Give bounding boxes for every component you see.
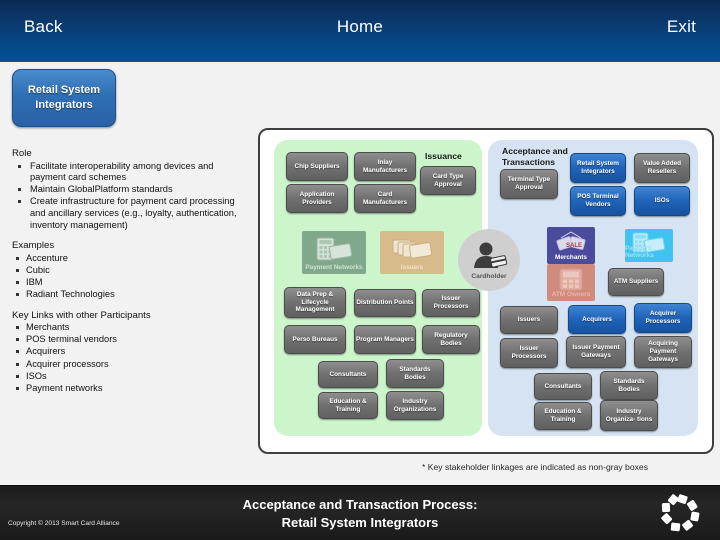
list-item: Cubic — [10, 265, 244, 277]
exit-button[interactable]: Exit — [667, 17, 696, 37]
node-standards-bodies-2[interactable]: Standards Bodies — [600, 371, 658, 400]
node-chip-suppliers[interactable]: Chip Suppliers — [286, 152, 348, 181]
key-links-heading: Key Links with other Participants — [12, 309, 151, 321]
node-terminal-type-approval[interactable]: Terminal Type Approval — [500, 169, 558, 199]
terminal-card-icon — [316, 237, 353, 261]
role-list: Facilitate interoperability among device… — [10, 161, 244, 232]
node-acquiring-payment-gateways[interactable]: Acquiring Payment Gateways — [634, 336, 692, 368]
tile-merchants[interactable]: SALE Merchants — [547, 227, 595, 264]
node-inlay-manufacturers[interactable]: Inlay Manufacturers — [354, 152, 416, 181]
stakeholder-info-panel: Role Facilitate interoperability among d… — [10, 148, 244, 403]
tile-atm-owners[interactable]: ATM Owners — [547, 264, 595, 301]
node-pos-terminal-vendors[interactable]: POS Terminal Vendors — [570, 186, 626, 216]
acceptance-zone-title: Acceptance and Transactions — [502, 146, 568, 167]
svg-text:SALE: SALE — [566, 243, 582, 249]
node-perso-bureaus[interactable]: Perso Bureaus — [284, 325, 346, 354]
node-program-managers[interactable]: Program Managers — [354, 325, 416, 354]
list-item: Radiant Technologies — [10, 289, 244, 301]
node-issuer-processors[interactable]: Issuer Processors — [422, 289, 480, 317]
ecosystem-diagram: Issuance Acceptance and Transactions Chi… — [258, 128, 714, 454]
node-data-prep-lifecycle[interactable]: Data Prep & Lifecycle Management — [284, 287, 346, 318]
node-consultants-2[interactable]: Consultants — [534, 373, 592, 400]
tile-payment-networks-issuance[interactable]: Payment Networks — [302, 231, 366, 274]
node-card-manufacturers[interactable]: Card Manufacturers — [354, 184, 416, 213]
node-consultants[interactable]: Consultants — [318, 361, 378, 388]
node-isos[interactable]: ISOs — [634, 186, 690, 216]
list-item: Acquirer processors — [10, 359, 244, 371]
diagram-footnote: * Key stakeholder linkages are indicated… — [422, 462, 648, 472]
node-education-training-2[interactable]: Education & Training — [534, 402, 592, 430]
issuance-zone-title: Issuance — [425, 151, 462, 161]
list-item: Facilitate interoperability among device… — [10, 161, 244, 184]
home-button[interactable]: Home — [0, 17, 720, 37]
node-issuer-payment-gateways[interactable]: Issuer Payment Gateways — [566, 336, 626, 368]
person-with-card-icon — [474, 242, 508, 268]
node-value-added-resellers[interactable]: Value Added Resellers — [634, 153, 690, 183]
list-item: IBM — [10, 277, 244, 289]
tile-payment-networks-acceptance[interactable]: Payment Networks — [625, 229, 673, 262]
list-item: Maintain GlobalPlatform standards — [10, 184, 244, 196]
examples-heading: Examples — [12, 240, 55, 252]
cardholder-node[interactable]: Cardholder — [458, 229, 520, 291]
list-item: Merchants — [10, 322, 244, 334]
list-item: Create infrastructure for payment card p… — [10, 196, 244, 231]
node-regulatory-bodies[interactable]: Regulatory Bodies — [422, 325, 480, 354]
list-item: Acquirers — [10, 346, 244, 358]
tile-label: Merchants — [555, 254, 587, 261]
node-acquirer-processors[interactable]: Acquirer Processors — [634, 303, 692, 333]
key-links-list: Merchants POS terminal vendors Acquirers… — [10, 322, 244, 394]
top-navigation-bar: Back Home Exit — [0, 0, 720, 62]
node-acquirers[interactable]: Acquirers — [568, 305, 626, 334]
node-industry-organizations-2[interactable]: Industry Organiza- tions — [600, 400, 658, 431]
node-application-providers[interactable]: Application Providers — [286, 184, 348, 213]
tile-label: ATM Owners — [551, 291, 591, 298]
role-heading: Role — [12, 148, 32, 159]
node-issuers[interactable]: Issuers — [500, 306, 558, 334]
list-item: Payment networks — [10, 383, 244, 395]
list-item: POS terminal vendors — [10, 334, 244, 346]
list-item: Accenture — [10, 253, 244, 265]
footer-bar: Acceptance and Transaction Process: Reta… — [0, 486, 720, 540]
tile-label: Payment Networks — [305, 264, 363, 271]
node-standards-bodies[interactable]: Standards Bodies — [386, 359, 444, 388]
list-item: ISOs — [10, 371, 244, 383]
atm-machine-icon — [559, 268, 583, 291]
tile-label: Issuers — [400, 264, 424, 271]
node-issuer-processors-2[interactable]: Issuer Processors — [500, 338, 558, 368]
node-education-training[interactable]: Education & Training — [318, 392, 378, 419]
tile-issuers[interactable]: Issuers — [380, 231, 444, 274]
sale-tags-icon: SALE — [556, 231, 586, 250]
footer-title-line1: Acceptance and Transaction Process: — [242, 497, 478, 512]
node-distribution-points[interactable]: Distribution Points — [354, 289, 416, 317]
smart-card-alliance-logo-icon — [661, 494, 700, 532]
tile-label: Payment Networks — [625, 245, 654, 259]
node-retail-system-integrators[interactable]: Retail System Integrators — [570, 153, 626, 183]
node-card-type-approval[interactable]: Card Type Approval — [420, 166, 476, 195]
copyright-text: Copyright © 2013 Smart Card Alliance — [8, 520, 120, 527]
node-atm-suppliers[interactable]: ATM Suppliers — [608, 268, 664, 296]
cardholder-label: Cardholder — [471, 273, 507, 280]
node-industry-organizations[interactable]: Industry Organizations — [386, 391, 444, 420]
examples-list: Accenture Cubic IBM Radiant Technologies — [10, 253, 244, 301]
card-stack-icon — [392, 239, 433, 259]
page-title-pill[interactable]: Retail System Integrators — [12, 69, 116, 127]
